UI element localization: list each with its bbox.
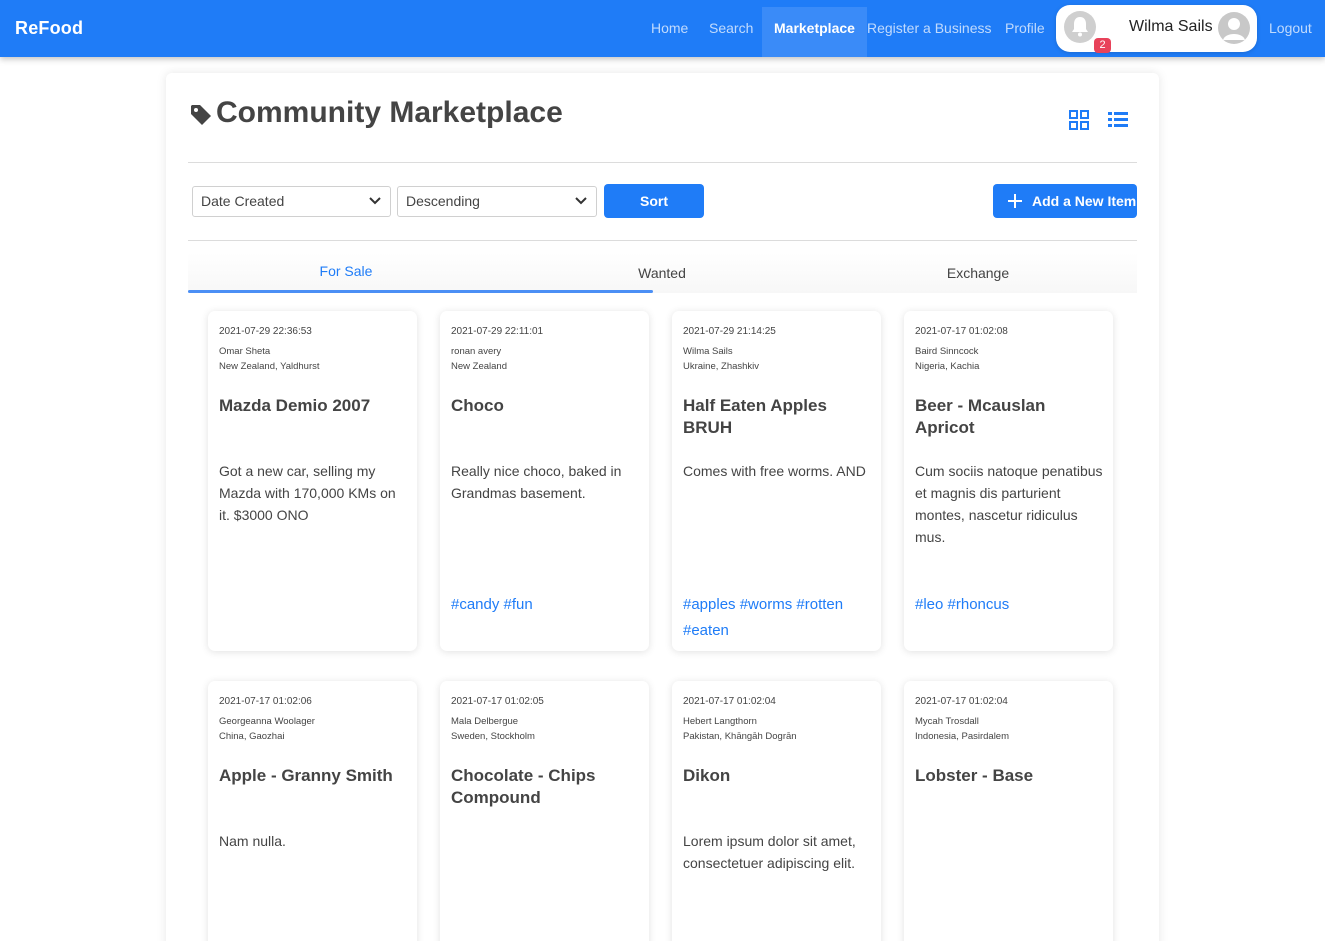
listing-title: Beer - Mcauslan Apricot <box>915 396 1046 437</box>
listing-owner: Hebert Langthorn <box>683 716 757 727</box>
listing-owner: Georgeanna Woolager <box>219 716 315 727</box>
bell-icon <box>1072 17 1088 37</box>
listing-date: 2021-07-17 01:02:05 <box>451 696 544 707</box>
listing-owner: ronan avery <box>451 346 502 357</box>
listing-location: Pakistan, Khāngāh Dogrān <box>683 731 797 742</box>
divider <box>188 240 1137 241</box>
listing-card[interactable]: 2021-07-29 21:14:25 Wilma Sails Ukraine,… <box>672 311 881 651</box>
listing-owner: Mala Delbergue <box>451 716 519 727</box>
tab-wanted[interactable]: Wanted <box>504 253 820 293</box>
listing-title: Lobster - Base <box>915 766 1034 785</box>
listing-owner: Omar Sheta <box>219 346 271 357</box>
plus-icon <box>1008 194 1022 208</box>
sort-button[interactable]: Sort <box>604 184 704 218</box>
listing-date: 2021-07-17 01:02:04 <box>683 696 776 707</box>
brand-logo[interactable]: ReFood <box>15 18 83 39</box>
listing-description: Nam nulla. <box>219 833 286 849</box>
listing-description: Got a new car, selling my Mazda with 170… <box>219 463 396 523</box>
nav-search[interactable]: Search <box>709 0 753 50</box>
tab-exchange[interactable]: Exchange <box>820 253 1136 293</box>
listing-date: 2021-07-29 22:36:53 <box>219 326 312 337</box>
listing-description: Really nice choco, baked in Grandmas bas… <box>451 463 622 501</box>
chevron-down-icon <box>369 197 381 205</box>
nav-home[interactable]: Home <box>651 0 688 50</box>
listing-card[interactable]: 2021-07-17 01:02:05 Mala Delbergue Swede… <box>440 681 649 941</box>
user-name[interactable]: Wilma Sails <box>1129 18 1213 36</box>
user-avatar-icon <box>1223 18 1245 40</box>
add-new-item-button[interactable]: Add a New Item <box>993 184 1137 218</box>
listing-location: Sweden, Stockholm <box>451 731 535 742</box>
listing-description: Lorem ipsum dolor sit amet, consectetuer… <box>683 833 856 871</box>
list-view-icon[interactable] <box>1108 111 1128 129</box>
listing-card[interactable]: 2021-07-17 01:02:08 Baird Sinncock Niger… <box>904 311 1113 651</box>
listing-description: Cum sociis natoque penatibus et magnis d… <box>915 463 1103 545</box>
listing-date: 2021-07-17 01:02:04 <box>915 696 1008 707</box>
nav-logout[interactable]: Logout <box>1269 0 1312 50</box>
listing-card[interactable]: 2021-07-17 01:02:04 Hebert Langthorn Pak… <box>672 681 881 941</box>
listing-location: Nigeria, Kachia <box>915 361 980 372</box>
listing-owner: Baird Sinncock <box>915 346 979 357</box>
listing-location: Ukraine, Zhashkiv <box>683 361 760 372</box>
add-new-item-label: Add a New Item <box>1032 193 1137 209</box>
listing-location: New Zealand <box>451 361 507 372</box>
listing-date: 2021-07-29 21:14:25 <box>683 326 776 337</box>
chevron-down-icon <box>575 197 587 205</box>
nav-register-business[interactable]: Register a Business <box>867 0 992 50</box>
listing-title: Half Eaten Apples BRUH <box>683 396 827 437</box>
listing-tags[interactable]: #apples #worms #rotten #eaten <box>683 592 873 644</box>
listing-card[interactable]: 2021-07-29 22:36:53 Omar Sheta New Zeala… <box>208 311 417 651</box>
tag-icon <box>191 105 211 125</box>
listing-date: 2021-07-29 22:11:01 <box>451 326 544 337</box>
nav-profile[interactable]: Profile <box>1005 0 1045 50</box>
listing-tags[interactable]: #candy #fun <box>451 592 641 618</box>
nav-marketplace[interactable]: Marketplace <box>762 7 867 57</box>
listing-title: Chocolate - Chips Compound <box>451 766 596 807</box>
listing-title: Choco <box>451 396 504 415</box>
listing-owner: Wilma Sails <box>683 346 733 357</box>
top-navbar: ReFood Home Search Marketplace Register … <box>0 0 1325 57</box>
sort-order-select[interactable]: Descending <box>397 186 597 217</box>
listing-description: Comes with free worms. AND <box>683 463 866 479</box>
sort-field-value: Date Created <box>201 193 285 209</box>
listing-owner: Mycah Trosdall <box>915 716 979 727</box>
listing-card[interactable]: 2021-07-29 22:11:01 ronan avery New Zeal… <box>440 311 649 651</box>
active-tab-indicator <box>188 290 653 293</box>
listing-tags[interactable]: #leo #rhoncus <box>915 592 1105 618</box>
avatar[interactable] <box>1218 12 1250 44</box>
listing-date: 2021-07-17 01:02:08 <box>915 326 1008 337</box>
grid-view-icon[interactable] <box>1069 110 1089 130</box>
notification-badge: 2 <box>1094 38 1111 53</box>
listing-location: Indonesia, Pasirdalem <box>915 731 1009 742</box>
page-title: Community Marketplace <box>216 96 563 129</box>
listing-tabs: For Sale Wanted Exchange <box>188 253 1137 293</box>
user-menu[interactable]: 2 Wilma Sails <box>1056 5 1257 53</box>
divider <box>188 162 1137 163</box>
sort-order-value: Descending <box>406 193 480 209</box>
listing-location: China, Gaozhai <box>219 731 285 742</box>
sort-field-select[interactable]: Date Created <box>192 186 391 217</box>
listing-card[interactable]: 2021-07-17 01:02:06 Georgeanna Woolager … <box>208 681 417 941</box>
tab-for-sale[interactable]: For Sale <box>188 253 504 293</box>
listing-location: New Zealand, Yaldhurst <box>219 361 320 372</box>
listing-card[interactable]: 2021-07-17 01:02:04 Mycah Trosdall Indon… <box>904 681 1113 941</box>
listing-title: Apple - Granny Smith <box>219 766 393 785</box>
listing-date: 2021-07-17 01:02:06 <box>219 696 312 707</box>
notifications-button[interactable]: 2 <box>1064 11 1111 53</box>
listing-title: Dikon <box>683 766 731 785</box>
listing-title: Mazda Demio 2007 <box>219 396 371 415</box>
